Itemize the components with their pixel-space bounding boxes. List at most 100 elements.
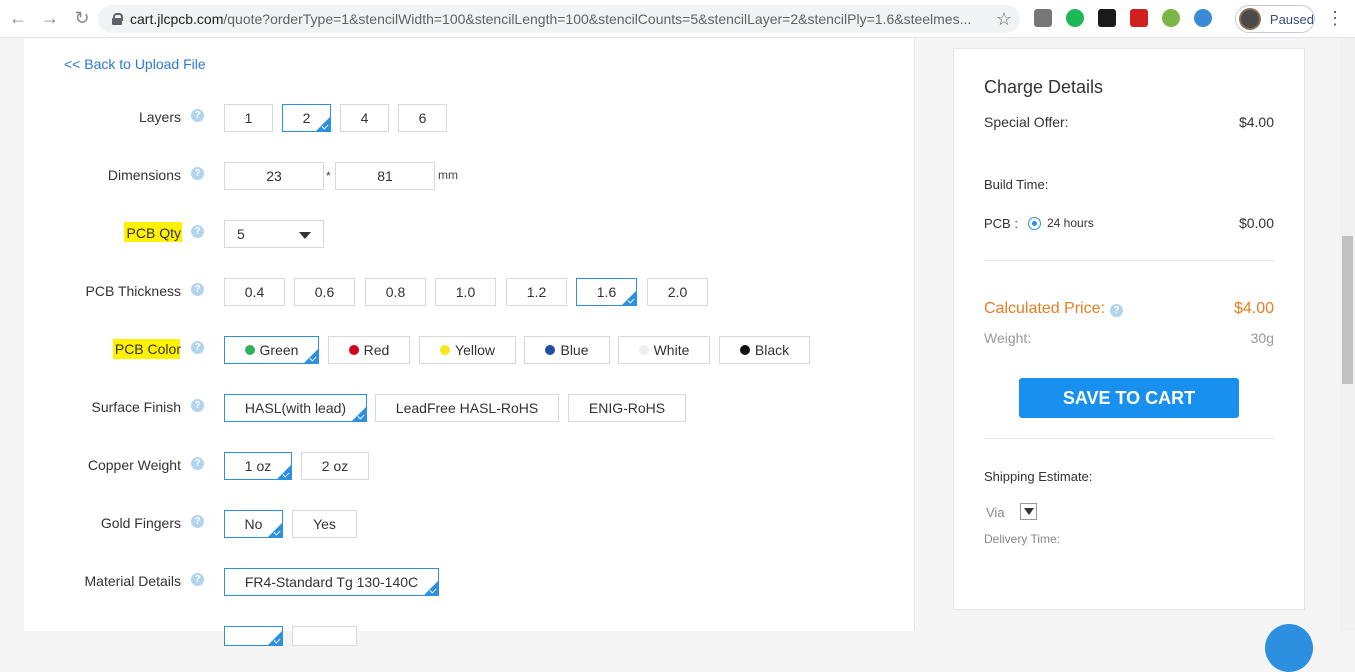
layers-label: Layers: [138, 109, 181, 125]
save-to-cart-button[interactable]: SAVE TO CART: [1019, 378, 1239, 418]
thickness-option-1-0[interactable]: 1.0: [435, 278, 496, 306]
copper-help-icon[interactable]: ?: [191, 457, 204, 470]
material-option[interactable]: FR4-Standard Tg 130-140C: [224, 568, 439, 596]
surface-help-icon[interactable]: ?: [191, 399, 204, 412]
address-bar[interactable]: cart.jlcpcb.com/quote?orderType=1&stenci…: [98, 5, 1020, 33]
qty-label: PCB Qty: [126, 225, 181, 241]
delivery-time-label: Delivery Time:: [984, 532, 1061, 546]
thickness-option-1-6[interactable]: 1.6: [576, 278, 637, 306]
gold-help-icon[interactable]: ?: [191, 515, 204, 528]
layers-option-4[interactable]: 4: [340, 104, 389, 132]
chevron-down-icon: [299, 232, 311, 239]
color-label: PCB Color: [114, 341, 181, 357]
color-option-blue[interactable]: Blue: [524, 336, 610, 364]
white-swatch: [638, 345, 649, 355]
layers-option-2[interactable]: 2: [282, 104, 331, 132]
thickness-option-0-6[interactable]: 0.6: [294, 278, 355, 306]
quote-form: << Back to Upload File Layers ? 1 2 4 6 …: [24, 38, 915, 646]
divider: [984, 260, 1275, 261]
next-row-option-selected[interactable]: [224, 626, 283, 646]
dimensions-label: Dimensions: [107, 167, 181, 183]
more-menu-icon[interactable]: ⋮: [1326, 8, 1344, 29]
white-label: White: [653, 342, 690, 358]
build-time-option[interactable]: 24 hours: [1047, 216, 1094, 230]
charge-details-title: Charge Details: [984, 77, 1104, 97]
material-label: Material Details: [84, 573, 181, 589]
qty-select[interactable]: 5: [224, 220, 324, 248]
extension-icon-6[interactable]: [1194, 9, 1212, 27]
extension-icon-1[interactable]: [1034, 9, 1052, 27]
color-option-green[interactable]: Green: [224, 336, 319, 364]
layers-help-icon[interactable]: ?: [191, 109, 204, 122]
avatar: [1239, 8, 1261, 30]
qty-help-icon[interactable]: ?: [191, 225, 204, 238]
profile-button[interactable]: Paused: [1235, 5, 1315, 33]
build-time-label: Build Time:: [984, 177, 1049, 192]
url-host: cart.jlcpcb.com: [130, 11, 224, 27]
calculated-price-label: Calculated Price:: [984, 300, 1105, 317]
thickness-option-2-0[interactable]: 2.0: [647, 278, 708, 306]
length-input[interactable]: 81: [335, 162, 435, 190]
yellow-swatch: [440, 345, 451, 355]
reload-icon[interactable]: ↻: [66, 3, 98, 35]
layers-option-6[interactable]: 6: [398, 104, 447, 132]
black-label: Black: [754, 342, 790, 358]
next-row-option[interactable]: [292, 626, 357, 646]
dimension-unit: mm: [438, 168, 458, 182]
special-offer-label: Special Offer:: [984, 114, 1069, 130]
lock-icon: [112, 13, 123, 25]
back-to-upload-link[interactable]: << Back to Upload File: [64, 56, 206, 72]
divider: [984, 438, 1275, 439]
width-input[interactable]: 23: [224, 162, 324, 190]
forward-arrow-icon[interactable]: →: [34, 3, 66, 35]
yellow-label: Yellow: [455, 342, 495, 358]
blue-label: Blue: [560, 342, 589, 358]
color-option-white[interactable]: White: [618, 336, 710, 364]
pcb-build-label: PCB :: [984, 216, 1018, 231]
via-label: Via: [986, 505, 1005, 520]
layers-option-1[interactable]: 1: [224, 104, 273, 132]
pdf-icon[interactable]: [1098, 9, 1116, 27]
surface-option-enig[interactable]: ENIG-RoHS: [568, 394, 686, 422]
material-help-icon[interactable]: ?: [191, 573, 204, 586]
extension-icon-5[interactable]: [1162, 9, 1180, 27]
color-option-yellow[interactable]: Yellow: [419, 336, 516, 364]
surface-label: Surface Finish: [91, 399, 181, 415]
color-option-black[interactable]: Black: [719, 336, 810, 364]
copper-option-2oz[interactable]: 2 oz: [301, 452, 369, 480]
surface-option-leadfree[interactable]: LeadFree HASL-RoHS: [375, 394, 559, 422]
price-help-icon[interactable]: ?: [1110, 304, 1123, 317]
thickness-option-0-8[interactable]: 0.8: [365, 278, 426, 306]
weight-value: 30g: [1250, 330, 1274, 346]
surface-option-hasl[interactable]: HASL(with lead): [224, 394, 367, 422]
url-path: /quote?orderType=1&stencilWidth=100&sten…: [223, 11, 972, 27]
calculated-price-value: $4.00: [1233, 300, 1274, 317]
copper-option-1oz[interactable]: 1 oz: [224, 452, 292, 480]
flash-icon[interactable]: [1130, 9, 1148, 27]
gold-option-yes[interactable]: Yes: [292, 510, 357, 538]
scrollbar-thumb[interactable]: [1342, 236, 1353, 384]
dimension-separator: *: [326, 169, 331, 183]
back-arrow-icon[interactable]: ←: [2, 3, 34, 35]
thickness-option-0-4[interactable]: 0.4: [224, 278, 285, 306]
color-option-red[interactable]: Red: [328, 336, 410, 364]
browser-toolbar: ← → ↻ cart.jlcpcb.com/quote?orderType=1&…: [0, 0, 1355, 38]
thickness-help-icon[interactable]: ?: [191, 283, 204, 296]
thickness-label: PCB Thickness: [85, 283, 181, 299]
build-time-radio[interactable]: [1028, 217, 1041, 230]
shipping-method-select[interactable]: [1020, 503, 1037, 520]
color-help-icon[interactable]: ?: [191, 341, 204, 354]
shipping-estimate-label: Shipping Estimate:: [984, 469, 1093, 484]
thickness-option-1-2[interactable]: 1.2: [506, 278, 567, 306]
scrollbar[interactable]: [1340, 38, 1355, 631]
grammarly-icon[interactable]: [1066, 9, 1084, 27]
red-swatch: [348, 345, 359, 355]
black-swatch: [739, 345, 750, 355]
bookmark-star-icon[interactable]: ☆: [996, 9, 1012, 30]
dimensions-help-icon[interactable]: ?: [191, 167, 204, 180]
green-label: Green: [259, 342, 299, 358]
chat-button[interactable]: [1265, 624, 1313, 672]
gold-option-no[interactable]: No: [224, 510, 283, 538]
weight-label: Weight:: [984, 330, 1032, 346]
url-text[interactable]: cart.jlcpcb.com/quote?orderType=1&stenci…: [130, 11, 990, 27]
